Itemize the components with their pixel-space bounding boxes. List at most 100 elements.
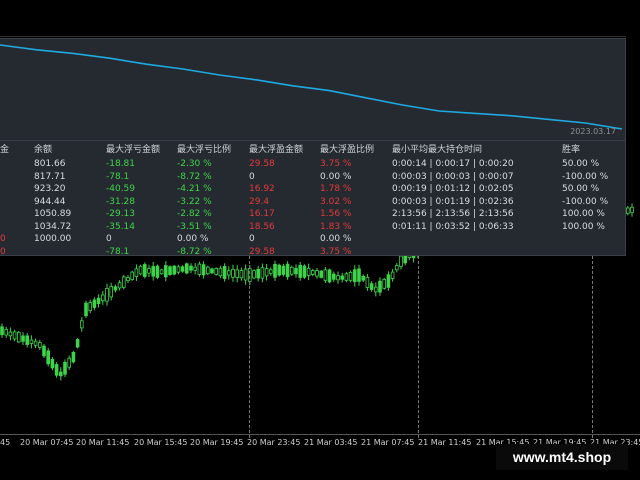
table-cell-win-rate: 100.00 % bbox=[562, 209, 605, 219]
equity-curve bbox=[0, 44, 623, 130]
candle-body bbox=[289, 266, 294, 275]
table-cell-balance: 1034.72 bbox=[34, 221, 72, 232]
candle-body bbox=[12, 331, 17, 340]
table-cell-max-profit-amt: 18.56 bbox=[249, 221, 275, 232]
time-axis-tick: 20 Mar 19:45 bbox=[190, 438, 244, 447]
candle-body bbox=[59, 371, 63, 377]
candle-body bbox=[205, 266, 210, 275]
candle-body bbox=[327, 269, 332, 283]
time-axis-line bbox=[0, 434, 640, 435]
table-cell-max-profit-amt: 0 bbox=[249, 234, 255, 244]
header-balance: 余额 bbox=[34, 145, 53, 155]
time-axis-tick: 20 Mar 07:45 bbox=[20, 438, 74, 447]
candle-body bbox=[138, 265, 143, 275]
equity-line bbox=[0, 44, 623, 130]
chart-top-area bbox=[0, 0, 628, 37]
candle-body bbox=[315, 270, 319, 277]
candle-body bbox=[46, 350, 50, 365]
table-cell-max-loss-pct: -4.21 % bbox=[177, 184, 212, 194]
header-max-profit-pct: 最大浮盈比例 bbox=[320, 145, 375, 155]
candle-body bbox=[105, 287, 109, 302]
table-cell-hold-time: 0:00:14 | 0:00:17 | 0:00:20 bbox=[392, 159, 514, 169]
candle-body bbox=[96, 297, 101, 305]
panel-scroll-handle[interactable] bbox=[626, 36, 640, 44]
table-cell-win-rate: -100.00 % bbox=[562, 171, 609, 182]
time-axis-tick: 21 Mar 03:45 bbox=[304, 438, 358, 447]
candle-body bbox=[21, 335, 25, 342]
candle-body bbox=[67, 357, 72, 368]
candle-body bbox=[273, 263, 277, 278]
divider bbox=[0, 140, 626, 141]
candle-body bbox=[214, 268, 219, 275]
table-cell-balance: 944.44 bbox=[34, 196, 66, 207]
candle-body bbox=[260, 267, 265, 279]
candle-body bbox=[394, 265, 399, 271]
table-cell-max-profit-amt: 16.17 bbox=[249, 209, 275, 219]
candle-body bbox=[277, 264, 281, 276]
table-cell-max-profit-pct: 3.75 % bbox=[320, 246, 352, 257]
table-cell-balance: 1050.89 bbox=[34, 209, 72, 219]
time-axis-tick: 20 Mar 11:45 bbox=[76, 438, 130, 447]
candle-body bbox=[80, 320, 84, 329]
time-axis-tick: 21 Mar 11:45 bbox=[418, 438, 472, 447]
candle-body bbox=[130, 271, 135, 280]
table-cell-max-loss-amt: 0 bbox=[106, 234, 112, 244]
time-axis-tick: 20 Mar 23:45 bbox=[247, 438, 301, 447]
candle-body bbox=[109, 285, 114, 298]
candle-body bbox=[29, 339, 34, 344]
stats-table: 金 余额 最大浮亏金额 最大浮亏比例 最大浮盈金额 最大浮盈比例 最小平均最大持… bbox=[0, 142, 626, 257]
candle-body bbox=[16, 331, 21, 343]
candle-body bbox=[298, 264, 302, 278]
table-cell-max-profit-amt: 0 bbox=[249, 171, 255, 182]
candle-body bbox=[348, 271, 353, 281]
table-cell-max-loss-pct: -2.30 % bbox=[177, 159, 212, 169]
table-cell-max-loss-pct: -8.72 % bbox=[177, 246, 212, 257]
candle-body bbox=[626, 207, 630, 214]
table-cell-balance: 801.66 bbox=[34, 159, 66, 169]
candle-body bbox=[25, 335, 29, 345]
table-cell-max-profit-pct: 1.56 % bbox=[320, 209, 352, 219]
table-cell-max-loss-amt: -78.1 bbox=[106, 171, 130, 182]
candle-body bbox=[50, 358, 55, 369]
candle-body bbox=[63, 361, 67, 375]
table-cell-max-profit-amt: 29.58 bbox=[249, 159, 275, 169]
candle-body bbox=[126, 277, 130, 281]
candle-body bbox=[101, 294, 105, 302]
watermark: www.mt4.shop bbox=[496, 444, 628, 470]
candle-body bbox=[226, 270, 231, 276]
candle-body bbox=[373, 286, 378, 293]
time-axis-tick: 21 Mar 07:45 bbox=[361, 438, 415, 447]
period-separator bbox=[249, 256, 250, 438]
candle-body bbox=[92, 299, 97, 308]
table-cell-win-rate: -100.00 % bbox=[562, 196, 609, 207]
table-cell-max-profit-pct: 3.75 % bbox=[320, 159, 352, 169]
candle-body bbox=[390, 271, 395, 279]
header-col0: 金 bbox=[0, 145, 10, 155]
candle-body bbox=[159, 269, 164, 275]
candle-body bbox=[222, 265, 227, 279]
equity-curve-area: 2023.03.17 bbox=[0, 39, 626, 139]
candle-body bbox=[210, 268, 214, 274]
table-cell-hold-time: 0:00:03 | 0:01:19 | 0:02:36 bbox=[392, 196, 514, 207]
candle-body bbox=[340, 275, 344, 280]
table-cell-hold-time: 0:00:03 | 0:00:03 | 0:00:07 bbox=[392, 171, 514, 182]
candle-body bbox=[0, 326, 4, 336]
candle-body bbox=[361, 275, 365, 281]
candle-body bbox=[306, 267, 311, 276]
header-win-rate: 胜率 bbox=[562, 145, 581, 155]
table-cell-win-rate: 50.00 % bbox=[562, 159, 600, 169]
table-cell-max-profit-pct: 0.00 % bbox=[320, 234, 352, 244]
candle-body bbox=[281, 265, 286, 275]
header-max-loss-pct: 最大浮亏比例 bbox=[177, 145, 232, 155]
time-axis-tick: 45 bbox=[0, 438, 11, 447]
table-cell-max-profit-pct: 0.00 % bbox=[320, 171, 352, 182]
table-cell-win-rate: 100.00 % bbox=[562, 221, 605, 232]
candle-body bbox=[264, 268, 269, 277]
equity-date-label: 2023.03.17 bbox=[570, 127, 616, 136]
candle-body bbox=[147, 268, 151, 274]
table-cell-balance: 817.71 bbox=[34, 171, 66, 182]
candle-body bbox=[88, 302, 93, 312]
candle-body bbox=[357, 268, 361, 282]
candle-body bbox=[243, 268, 248, 281]
candle-body bbox=[235, 269, 240, 278]
